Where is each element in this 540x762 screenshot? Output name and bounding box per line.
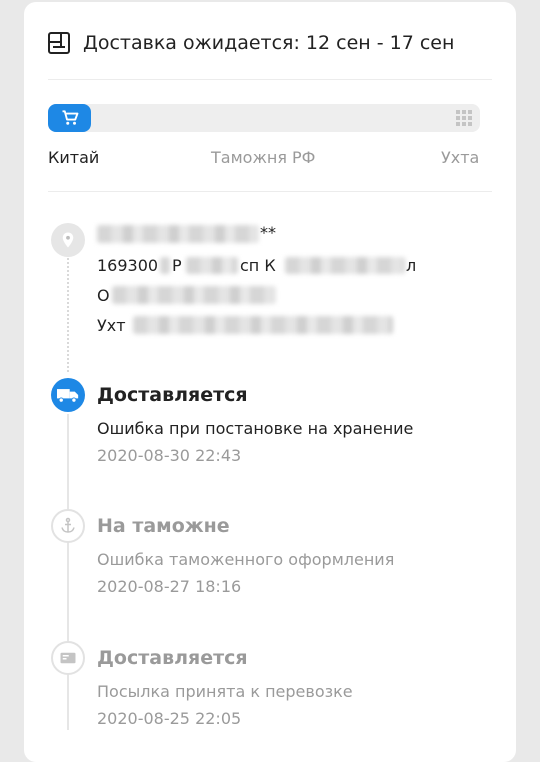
stage-customs: Таможня РФ: [211, 148, 316, 167]
stage-origin: Китай: [48, 148, 100, 167]
calendar-box-icon: [48, 32, 70, 54]
redacted-name: [97, 225, 259, 243]
delivery-progress-bar: [48, 104, 480, 132]
event-status: Доставляется: [97, 647, 248, 669]
address-fragment: л: [406, 256, 417, 275]
redacted-address: [186, 257, 238, 274]
redacted-address: [160, 257, 170, 274]
address-city: Ухт: [97, 316, 126, 335]
event-status: Доставляется: [97, 384, 248, 406]
event-time: 2020-08-27 18:16: [97, 577, 242, 596]
event-time: 2020-08-25 22:05: [97, 709, 242, 728]
grid-icon: [456, 110, 472, 126]
progress-fill: [48, 104, 92, 132]
redacted-address: [285, 257, 405, 274]
event-status: На таможне: [97, 515, 230, 537]
card-icon: [51, 641, 85, 675]
event-description: Ошибка при постановке на хранение: [97, 419, 414, 438]
redacted-address: [133, 316, 393, 334]
address-zip: 169300: [97, 256, 159, 275]
divider: [48, 79, 492, 80]
timeline-dotted-line: [67, 258, 69, 372]
location-pin-icon: [51, 223, 85, 257]
address-line2: О: [97, 286, 110, 305]
cart-icon: [62, 110, 79, 125]
divider: [48, 191, 492, 192]
address-fragment: Р: [172, 256, 182, 275]
stage-destination: Ухта: [441, 148, 480, 167]
redacted-address: [112, 286, 276, 304]
event-description: Ошибка таможенного оформления: [97, 550, 395, 569]
timeline-line: [67, 414, 69, 730]
name-suffix: **: [260, 223, 276, 242]
delivery-estimate: Доставка ожидается: 12 сен - 17 сен: [83, 32, 455, 54]
delivery-header: Доставка ожидается: 12 сен - 17 сен: [47, 27, 454, 59]
event-description: Посылка принята к перевозке: [97, 682, 353, 701]
address-fragment: сп К: [240, 256, 276, 275]
anchor-icon: [51, 509, 85, 543]
event-time: 2020-08-30 22:43: [97, 446, 242, 465]
truck-icon: [51, 378, 85, 412]
